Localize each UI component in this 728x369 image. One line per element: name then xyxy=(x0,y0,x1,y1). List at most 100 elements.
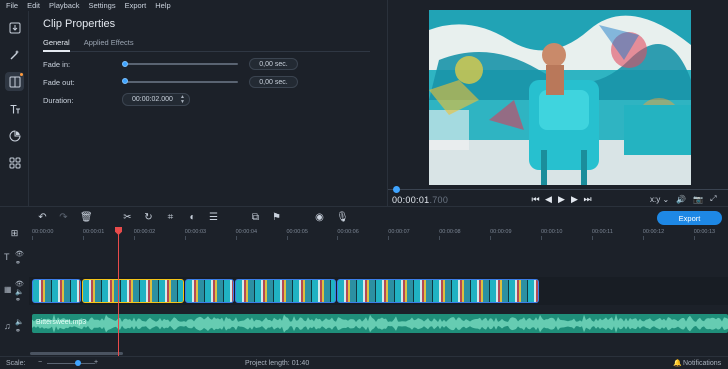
ruler-tick xyxy=(490,236,492,240)
stickers-icon xyxy=(9,129,21,141)
zoom-out-icon[interactable]: − xyxy=(38,359,42,366)
scale-slider-handle[interactable] xyxy=(75,360,81,366)
add-track-icon[interactable]: ⊞ xyxy=(9,228,20,239)
ruler-tick-label: 00:00:03 xyxy=(184,229,207,235)
tab-divider xyxy=(43,51,370,52)
fade-out-label: Fade out: xyxy=(43,78,75,87)
audio-link-icon[interactable]: ⚭ xyxy=(15,327,21,335)
preview-panel: 00:00:01.700 ⏮ ◀ ▶ ▶ ⏭ x:y ⌄ 🔊 📷 ⤢ xyxy=(387,0,728,206)
scale-label: Scale: xyxy=(6,360,26,367)
video-clip-selected[interactable] xyxy=(82,279,184,303)
ruler-tick xyxy=(591,236,593,240)
preview-seek-handle[interactable] xyxy=(393,186,400,193)
fade-in-slider[interactable] xyxy=(125,63,238,65)
import-button[interactable] xyxy=(5,18,24,37)
music-note-icon: ♫ xyxy=(4,321,11,331)
track-link-icon[interactable]: ⚭ xyxy=(15,259,21,267)
video-frame-image xyxy=(429,10,691,185)
timeline-toolbar: ↶ ↷ 🗑 ✂ ↻ ⌗ ◐ ☰ ⧉ ⚑ ◉ 🎙 Export xyxy=(0,206,728,227)
fade-out-slider-handle[interactable] xyxy=(122,78,128,84)
color-adjust-icon[interactable]: ◐ xyxy=(187,212,198,223)
video-mute-icon[interactable]: 🔈 xyxy=(15,288,24,296)
menu-settings[interactable]: Settings xyxy=(88,1,115,10)
more-tools-icon xyxy=(9,157,20,168)
duration-spinner-icon[interactable]: ▲ ▼ xyxy=(180,95,185,105)
titles-button[interactable] xyxy=(5,99,24,118)
ruler-tick xyxy=(133,236,135,240)
filters-button[interactable] xyxy=(5,45,24,64)
fade-out-field[interactable]: 0,00 sec. xyxy=(249,76,298,88)
fade-in-field[interactable]: 0,00 sec. xyxy=(249,58,298,70)
title-track[interactable] xyxy=(29,249,728,271)
ruler-tick-label: 00:00:04 xyxy=(235,229,258,235)
preview-timecode: 00:00:01.700 xyxy=(392,195,448,205)
menu-playback[interactable]: Playback xyxy=(49,1,79,10)
snapshot-icon[interactable]: 📷 xyxy=(693,195,703,204)
video-visibility-icon[interactable]: 👁 xyxy=(15,280,24,288)
overlay-icon[interactable]: ⧉ xyxy=(250,212,261,223)
next-frame-icon[interactable]: ▶ xyxy=(570,194,579,205)
ruler-tick xyxy=(82,236,84,240)
crop-icon[interactable]: ⌗ xyxy=(165,212,176,223)
project-length: Project length: 01:40 xyxy=(245,360,310,367)
microphone-icon[interactable]: 🎙 xyxy=(336,212,349,223)
menu-edit[interactable]: Edit xyxy=(27,1,40,10)
cut-icon[interactable]: ✂ xyxy=(122,212,133,223)
fade-out-slider[interactable] xyxy=(125,81,238,83)
previous-frame-icon[interactable]: ◀ xyxy=(544,194,553,205)
transitions-icon xyxy=(9,76,20,87)
menu-help[interactable]: Help xyxy=(155,1,170,10)
export-button[interactable]: Export xyxy=(657,211,722,225)
more-tools-button[interactable] xyxy=(5,153,24,172)
transitions-button[interactable] xyxy=(5,72,24,91)
timeline-tracks: T 👁 ⚭ ▦ 👁 🔈 ⚭ ♫ 🔈 ⚭ xyxy=(0,241,728,356)
bell-icon: 🔔 xyxy=(673,360,682,367)
duration-value: 00:00:02.000 xyxy=(132,96,173,103)
record-video-icon[interactable]: ◉ xyxy=(314,212,325,223)
ruler-tick xyxy=(184,236,186,240)
aspect-ratio-dropdown[interactable]: x:y ⌄ xyxy=(650,195,669,204)
video-clip[interactable] xyxy=(32,279,81,303)
scale-slider[interactable] xyxy=(47,363,95,364)
video-clip[interactable] xyxy=(235,279,336,303)
ruler-tick-label: 00:00:10 xyxy=(541,229,563,235)
ruler-tick xyxy=(235,236,237,240)
duration-field[interactable]: 00:00:02.000 ▲ ▼ xyxy=(122,93,190,106)
timeline-ruler[interactable]: ⊞ 00:00:00 00:00:01 00:00:02 00:00:03 00:00:… xyxy=(0,227,728,241)
stickers-button[interactable] xyxy=(5,126,24,145)
audio-waveform xyxy=(32,314,728,333)
track-visibility-icon[interactable]: 👁 xyxy=(15,250,24,258)
volume-icon[interactable]: 🔊 xyxy=(676,195,686,204)
ruler-tick xyxy=(286,236,288,240)
skip-to-start-icon[interactable]: ⏮ xyxy=(531,194,540,205)
preview-seek-bar[interactable] xyxy=(388,189,728,190)
magic-wand-icon xyxy=(10,49,19,59)
tab-applied-effects[interactable]: Applied Effects xyxy=(84,38,134,52)
zoom-in-icon[interactable]: + xyxy=(94,359,98,366)
play-icon[interactable]: ▶ xyxy=(557,194,566,205)
fullscreen-icon[interactable]: ⤢ xyxy=(710,194,716,204)
fade-in-slider-handle[interactable] xyxy=(122,61,128,67)
marker-flag-icon[interactable]: ⚑ xyxy=(271,212,282,223)
skip-to-end-icon[interactable]: ⏭ xyxy=(583,194,592,205)
video-link-icon[interactable]: ⚭ xyxy=(15,296,21,304)
audio-clip[interactable]: Bittersweet.mp3 xyxy=(32,314,728,333)
video-clip[interactable] xyxy=(337,279,539,303)
video-preview[interactable] xyxy=(429,10,691,185)
timeline-horizontal-scrollbar[interactable] xyxy=(30,352,123,355)
rotate-icon[interactable]: ↻ xyxy=(143,212,154,223)
menu-export[interactable]: Export xyxy=(125,1,147,10)
clip-settings-icon[interactable]: ☰ xyxy=(208,212,219,223)
status-bar: Scale: − + Project length: 01:40 🔔 Notif… xyxy=(0,356,728,369)
notifications-link[interactable]: Notifications xyxy=(683,360,721,367)
audio-volume-icon[interactable]: 🔈 xyxy=(15,318,24,326)
delete-icon[interactable]: 🗑 xyxy=(80,212,93,223)
playhead-line[interactable] xyxy=(118,232,119,356)
timecode-main: 00:00:01 xyxy=(392,195,430,205)
undo-icon[interactable]: ↶ xyxy=(37,212,48,223)
video-clip[interactable] xyxy=(185,279,234,303)
redo-icon[interactable]: ↷ xyxy=(58,212,69,223)
menu-file[interactable]: File xyxy=(6,1,18,10)
ruler-tick-label: 00:00:08 xyxy=(439,229,461,235)
fade-in-label: Fade in: xyxy=(43,60,71,69)
